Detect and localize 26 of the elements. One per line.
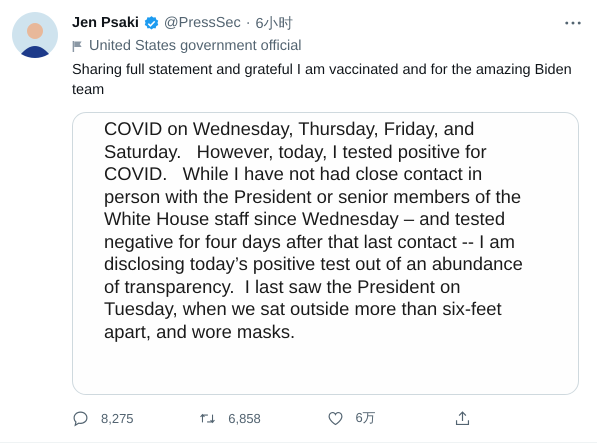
share-icon[interactable] [454,410,471,426]
statement-line: of transparency. I last saw the President on [104,276,462,298]
avatar[interactable] [12,12,58,58]
statement-line: Tuesday, when we sat outside more than six-feet [104,298,503,320]
statement-line: Saturday. However, today, I tested positive for [104,140,488,163]
action-count: 8,275 [101,410,134,426]
like-icon[interactable] [326,410,344,426]
action-count: 6万 [356,409,376,427]
statement-line: apart, and wore masks. [104,320,296,343]
statement-line: person with the President or senior members of the [104,186,522,208]
statement-line: disclosing today’s positive test out of an abundance [104,253,524,276]
author-name[interactable]: Jen Psaki [72,15,139,31]
tweet-text: Sharing full statement and grateful I am vaccinated and for the amazing Biden team [72,61,572,100]
tweet-time[interactable]: 6小时 [256,14,294,32]
more-icon[interactable] [565,21,581,25]
reply-icon[interactable] [72,410,89,426]
statement-line: negative for four days after that last contact -- I am [104,230,516,253]
flag-icon [72,40,83,52]
separator-dot: · [244,15,252,31]
statement-line: COVID on Wednesday, Thursday, Friday, and [104,118,476,140]
statement-line: COVID. While I have not had close contact in [104,163,484,186]
account-label: United States government official [89,38,302,54]
author-handle[interactable]: @PressSec [164,15,241,31]
statement-image[interactable] [72,112,579,395]
statement-line: White House staff since Wednesday – and tested [104,208,506,230]
action-count: 6,858 [228,410,261,426]
